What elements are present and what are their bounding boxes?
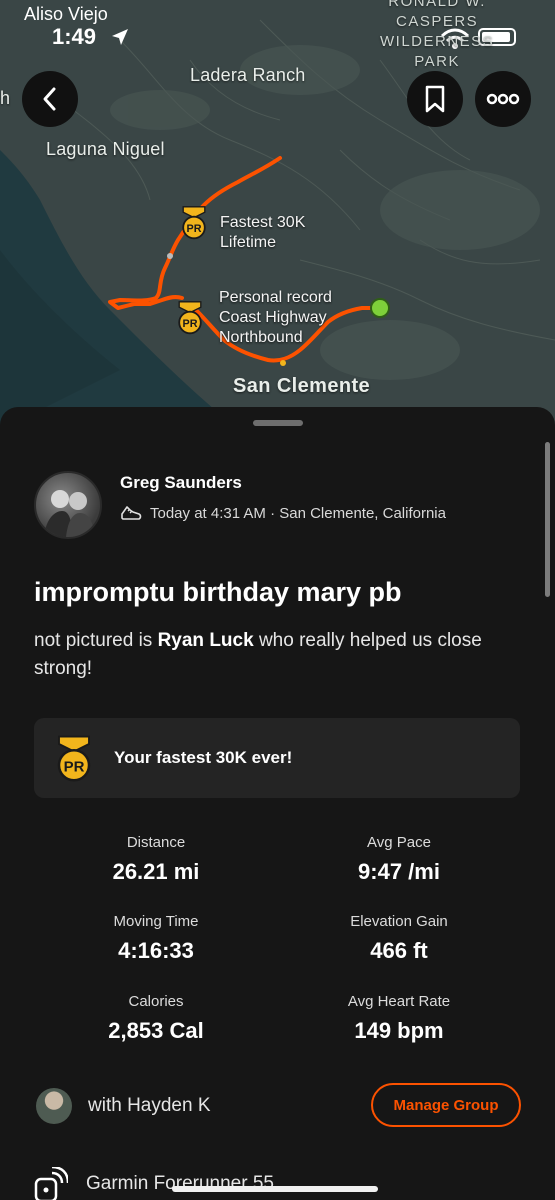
activity-detail-sheet[interactable]: Greg Saunders Today at 4:31 AM · San Cle… bbox=[0, 407, 555, 1200]
pr-card-text: Your fastest 30K ever! bbox=[114, 748, 293, 767]
athlete-avatar[interactable] bbox=[34, 471, 102, 539]
svg-text:PR: PR bbox=[64, 759, 85, 776]
group-member-avatar[interactable] bbox=[36, 1088, 72, 1124]
activity-date-location: Today at 4:31 AM · San Clemente, Califor… bbox=[150, 504, 446, 522]
pr-medal-icon: PR bbox=[57, 735, 91, 782]
map-label-edge: h bbox=[0, 88, 11, 108]
scrollbar[interactable] bbox=[545, 442, 550, 597]
map-label-park: RONALD W. CASPERS WILDERNESS PARK bbox=[380, 0, 495, 70]
stat-calories: Calories 2,853 Cal bbox=[108, 993, 204, 1043]
pr-achievement-card[interactable]: PR Your fastest 30K ever! bbox=[34, 718, 520, 798]
stat-distance: Distance 26.21 mi bbox=[112, 834, 200, 884]
svg-text:PR: PR bbox=[183, 318, 198, 330]
pr-callout-coast-highway[interactable]: Personal record Coast Highway Northbound bbox=[219, 288, 332, 348]
more-options-button[interactable] bbox=[475, 71, 531, 127]
map-label-san-clemente: San Clemente bbox=[233, 375, 371, 397]
home-indicator[interactable] bbox=[172, 1186, 378, 1192]
bookmark-button[interactable] bbox=[407, 71, 463, 127]
status-location: Aliso Viejo bbox=[24, 4, 108, 24]
group-members-text[interactable]: with Hayden K bbox=[88, 1095, 211, 1117]
location-arrow-icon bbox=[112, 29, 128, 45]
back-button[interactable] bbox=[22, 71, 78, 127]
route-end-marker bbox=[370, 298, 390, 318]
avatar-photo bbox=[44, 490, 94, 537]
stat-avg-heart-rate: Avg Heart Rate 149 bpm bbox=[347, 993, 451, 1043]
manage-group-button[interactable]: Manage Group bbox=[371, 1083, 521, 1127]
pr-callout-fastest-30k[interactable]: Fastest 30K Lifetime bbox=[220, 213, 305, 253]
stat-avg-pace: Avg Pace 9:47 /mi bbox=[358, 834, 440, 884]
mentioned-athlete-link[interactable]: Ryan Luck bbox=[158, 630, 254, 651]
stat-moving-time: Moving Time 4:16:33 bbox=[113, 913, 199, 963]
sheet-drag-handle[interactable] bbox=[253, 420, 303, 426]
watch-icon bbox=[34, 1167, 68, 1200]
map-label-laguna-niguel: Laguna Niguel bbox=[46, 139, 165, 159]
activity-title: impromptu birthday mary pb bbox=[34, 577, 402, 607]
map-label-ladera-ranch: Ladera Ranch bbox=[190, 65, 306, 85]
status-time: 1:49 bbox=[52, 24, 97, 49]
activity-description: not pictured is Ryan Luck who really hel… bbox=[34, 630, 482, 679]
pr-medal-icon[interactable]: PR bbox=[178, 205, 210, 241]
svg-text:PR: PR bbox=[187, 223, 202, 235]
running-shoe-icon bbox=[121, 506, 142, 520]
athlete-name[interactable]: Greg Saunders bbox=[120, 473, 242, 493]
pr-medal-icon[interactable]: PR bbox=[174, 300, 206, 336]
activity-meta: Today at 4:31 AM · San Clemente, Califor… bbox=[120, 503, 446, 523]
bookmark-icon bbox=[425, 85, 445, 113]
back-arrow-icon bbox=[43, 87, 56, 111]
activity-map[interactable]: Aliso Viejo 1:49 RONALD W. CASPERS WILDE… bbox=[0, 0, 555, 430]
more-options-icon bbox=[486, 93, 520, 105]
stat-elevation-gain: Elevation Gain 466 ft bbox=[350, 913, 448, 963]
